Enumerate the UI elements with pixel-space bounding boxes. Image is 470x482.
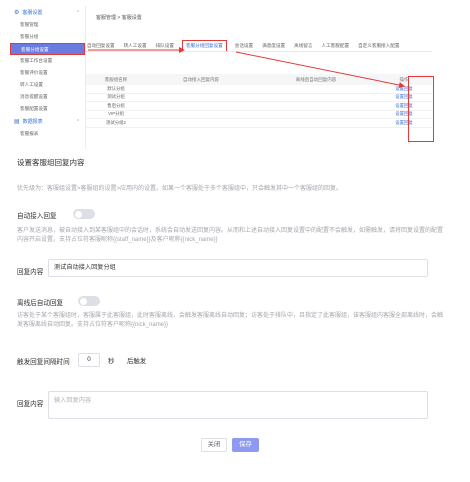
sidebar-item[interactable]: 客服工作台设置 (10, 55, 85, 67)
sidebar-item[interactable]: 消息提醒设置 (10, 91, 85, 103)
trigger-interval-input[interactable]: 0 (78, 353, 100, 367)
tabs-divider (86, 51, 432, 52)
sidebar-item[interactable]: 客服评价设置 (10, 67, 85, 79)
offline-reply-toggle[interactable] (78, 296, 100, 306)
toggle-knob (79, 297, 87, 305)
seconds-unit: 秒 (108, 358, 115, 365)
tab[interactable]: 转人工设置 (123, 41, 148, 51)
tab[interactable]: 人工客服配置 (320, 41, 350, 51)
tab[interactable]: 排队设置 (155, 41, 175, 51)
tab[interactable]: 离线留言 (293, 41, 313, 51)
table-row: VIP分组 设置回复 (86, 111, 432, 119)
table-row: 测试分组 设置回复 (86, 94, 432, 102)
table-row: 售后分组 设置回复 (86, 102, 432, 111)
offline-reply-textarea[interactable]: 输入回复内容 (48, 391, 428, 419)
table-cell: 测试分组 (107, 94, 125, 100)
trigger-interval-label: 触发回复间隔时间 (17, 359, 70, 366)
offline-reply-label: 离线后自动回复 (17, 300, 64, 307)
trigger-suffix: 后触发 (127, 358, 147, 365)
table-cell: 售后分组 (107, 102, 125, 108)
breadcrumb: 客服管理 > 客服设置 (96, 15, 142, 21)
sidebar-group-settings[interactable]: ⚙ 客服设置 ⌃ (10, 6, 85, 19)
auto-reply-toggle[interactable] (73, 209, 95, 219)
column-header: 离线后自动回复内容 (295, 76, 337, 82)
sidebar-item[interactable]: 客服分组 (10, 31, 85, 43)
tab[interactable]: 自定义客服接入配置 (357, 41, 400, 51)
table-cell: VIP分组 (108, 111, 124, 117)
tab[interactable]: 满意度设置 (261, 41, 286, 51)
chevron-up-icon: ⌃ (75, 9, 80, 16)
tab[interactable]: 自动回复设置 (86, 41, 116, 51)
sidebar-item[interactable]: 转人工设置 (10, 79, 85, 91)
sidebar-item-active[interactable]: 客服分组设置 (10, 43, 85, 55)
highlight-box (408, 76, 434, 142)
table-cell: 测试分组2 (105, 119, 126, 125)
save-button[interactable]: 保存 (232, 438, 259, 452)
table-row: 测试分组2 设置回复 (86, 119, 432, 128)
auto-reply-description: 客户发送消息，被自动接入到某客服组中的会话时，系统会自动发送回复内容。从而和上述… (17, 228, 444, 243)
offline-description: 访客处于某个客服组时，客服属于此客服组，此时客服离线，会触发客服离线自动回复；访… (17, 313, 444, 328)
sidebar-group-reports[interactable]: ▤ 数据报表 ⌃ (10, 115, 85, 128)
auto-reply-label: 自动接入回复 (17, 213, 57, 220)
page-title: 设置客服组回复内容 (17, 158, 85, 167)
group-table: 客服组名称 自动接入回复内容 离线后自动回复内容 操作 默认分组 设置回复 测试… (86, 74, 432, 128)
toggle-knob (74, 210, 82, 218)
sidebar: ⚙ 客服设置 ⌃ 客服管理 客服分组 客服分组设置 客服工作台设置 客服评价设置… (10, 6, 86, 149)
reply-content-input[interactable]: 测试自动接入回复分组 (48, 259, 428, 277)
priority-description: 优先级为：客服组设置>客服组的设置>应用内的设置。如果一个客服处于多个客服组中，… (17, 186, 343, 192)
table-header: 客服组名称 自动接入回复内容 离线后自动回复内容 操作 (86, 74, 432, 85)
sidebar-item[interactable]: 客服配置设置 (10, 103, 85, 115)
sidebar-item[interactable]: 客服管理 (10, 19, 85, 31)
table-cell: 默认分组 (107, 85, 125, 91)
column-header: 自动接入回复内容 (183, 76, 219, 82)
chevron-up-icon: ⌃ (75, 118, 80, 125)
tab[interactable]: 会话设置 (234, 41, 254, 51)
sidebar-item[interactable]: 客服报表 (10, 128, 85, 140)
column-header: 客服组名称 (104, 76, 128, 82)
close-button[interactable]: 关闭 (201, 438, 227, 452)
settings-icon: ⚙ (14, 10, 20, 16)
reply-content-label: 回复内容 (17, 269, 44, 276)
offline-reply-content-label: 回复内容 (17, 401, 44, 408)
chart-icon: ▤ (14, 119, 20, 125)
table-row: 默认分组 设置回复 (86, 85, 432, 94)
